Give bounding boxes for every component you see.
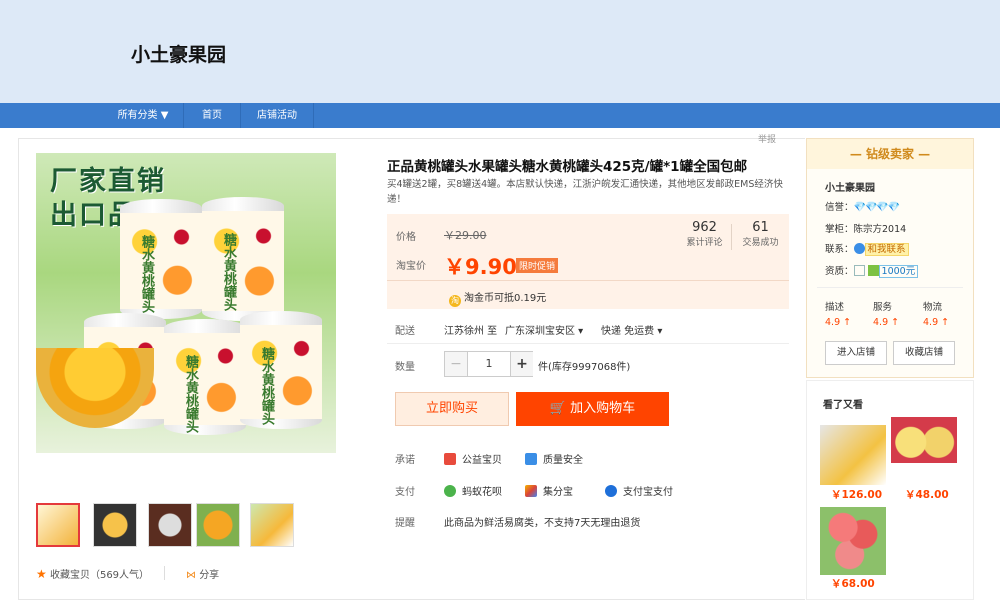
add-to-cart-button[interactable]: 🛒 加入购物车 <box>516 392 669 426</box>
coin-discount: 淘淘金币可抵0.19元 <box>449 293 547 307</box>
sale-price: ￥9.90 <box>444 255 517 279</box>
thumbnail[interactable] <box>148 503 192 547</box>
huabei-icon <box>444 485 456 497</box>
favorite-item[interactable]: ★ 收藏宝贝（569人气） <box>36 566 149 581</box>
seller-keeper: 掌柜：陈宗方2014 <box>825 224 907 235</box>
deal-count: 61 交易成功 <box>742 220 779 248</box>
id-icon <box>853 265 865 276</box>
thumbnail[interactable] <box>93 503 137 547</box>
can-image: 糖水黄桃罐头 <box>202 197 284 321</box>
chat-icon <box>853 243 865 254</box>
shop-name[interactable]: 小土豪果园 <box>131 40 226 67</box>
recommended-item-price[interactable]: ￥68.00 <box>831 576 875 591</box>
jifenbao-item[interactable]: 集分宝 <box>525 483 573 498</box>
increase-button[interactable]: + <box>511 352 533 376</box>
recommended-item-price[interactable]: ￥48.00 <box>905 487 949 502</box>
tb-price-label: 淘宝价 <box>396 261 426 272</box>
recommended-item-price[interactable]: ￥126.00 <box>831 487 882 502</box>
can-image: 糖水黄桃罐头 <box>240 311 322 429</box>
seller-level: — 钻级卖家 — <box>807 139 973 169</box>
product-subtitle: 买4罐送2罐，买8罐送4罐。本店默认快递，江浙沪皖发汇通快递，其他地区发邮政EM… <box>387 179 783 205</box>
price-label: 价格 <box>396 232 416 243</box>
charity-icon <box>444 453 456 465</box>
original-price: ￥29.00 <box>444 229 487 242</box>
shipping-method[interactable]: 快递 免运费 ▾ <box>601 322 662 337</box>
star-icon: ★ <box>36 567 47 581</box>
thumbnail[interactable] <box>250 503 294 547</box>
cart-icon: 🛒 <box>549 401 567 416</box>
enter-shop-button[interactable]: 进入店铺 <box>825 341 887 365</box>
shop-header: 小土豪果园 <box>0 0 1000 103</box>
shipping-from: 江苏徐州 至 <box>444 326 498 337</box>
deposit-badge[interactable]: 1000元 <box>878 265 919 278</box>
deposit-icon <box>867 265 879 276</box>
quality-item[interactable]: 质量安全 <box>525 451 583 466</box>
main-product-image[interactable]: 厂家直销 出口品质 糖水黄桃罐头 糖水黄桃罐头 糖水黄桃罐头 糖水黄桃罐头 <box>36 153 336 453</box>
shield-icon <box>525 453 537 465</box>
quantity-label: 数量 <box>395 362 415 373</box>
stock-text: 件(库存9997068件) <box>538 362 631 373</box>
promo-badge: 限时促销 <box>516 258 559 273</box>
quantity-stepper: − 1 + <box>444 351 533 377</box>
review-count[interactable]: 962 累计评论 <box>677 220 732 248</box>
product-title: 正品黄桃罐头水果罐头糖水黄桃罐头425克/罐*1罐全国包邮 <box>387 159 748 175</box>
share-icon: ⋈ <box>186 570 196 581</box>
seller-credit: 信誉：💎💎💎💎 <box>825 202 901 213</box>
promise-label: 承诺 <box>395 455 415 466</box>
nav-home[interactable]: 首页 <box>184 103 240 128</box>
diamond-icon: 💎💎💎💎 <box>853 202 901 213</box>
also-viewed-panel: 看了又看 ￥126.00 ￥48.00 ￥68.00 <box>806 380 974 600</box>
shop-nav: 所有分类 ▼ 首页 店铺活动 <box>0 103 1000 128</box>
notice-label: 提醒 <box>395 518 415 529</box>
jifenbao-icon <box>525 485 537 497</box>
alipay-item[interactable]: 支付宝支付 <box>605 483 673 498</box>
score-service: 服务 4.9 ↑ <box>873 302 900 328</box>
shipping-destination[interactable]: 广东深圳宝安区 ▾ <box>505 322 583 337</box>
also-viewed-title: 看了又看 <box>823 400 863 411</box>
nav-all-categories[interactable]: 所有分类 ▼ <box>103 103 183 128</box>
pay-label: 支付 <box>395 487 415 498</box>
coin-icon: 淘 <box>449 295 461 307</box>
recommended-item-image[interactable] <box>820 507 886 575</box>
decrease-button[interactable]: − <box>445 352 467 376</box>
recommended-item-image[interactable] <box>891 417 957 463</box>
contact-button[interactable]: 和我联系 <box>864 243 909 256</box>
seller-contact: 联系： 和我联系 <box>825 241 909 256</box>
shipping-label: 配送 <box>395 326 415 337</box>
price-box: 价格 ￥29.00 淘宝价 ￥9.90 限时促销 962 累计评论 61 交易成… <box>387 214 789 309</box>
seller-panel: — 钻级卖家 — 小土豪果园 信誉：💎💎💎💎 掌柜：陈宗方2014 联系： 和我联… <box>806 138 974 378</box>
huabei-item[interactable]: 蚂蚁花呗 <box>444 483 502 498</box>
score-logistics: 物流 4.9 ↑ <box>923 302 950 328</box>
alipay-icon <box>605 485 617 497</box>
report-link[interactable]: 举报 <box>758 132 776 145</box>
quantity-input[interactable]: 1 <box>467 352 511 376</box>
seller-qualification: 资质： 1000元 <box>825 263 919 278</box>
thumbnail[interactable] <box>36 503 80 547</box>
charity-item[interactable]: 公益宝贝 <box>444 451 502 466</box>
nav-shop-activity[interactable]: 店铺活动 <box>241 103 313 128</box>
thumbnail[interactable] <box>196 503 240 547</box>
share-button[interactable]: ⋈ 分享 <box>186 566 219 581</box>
buy-now-button[interactable]: 立即购买 <box>395 392 509 426</box>
score-description: 描述 4.9 ↑ <box>825 302 852 328</box>
recommended-item-image[interactable] <box>820 425 886 485</box>
favorite-shop-button[interactable]: 收藏店铺 <box>893 341 955 365</box>
can-image: 糖水黄桃罐头 <box>164 319 246 435</box>
notice-text: 此商品为鲜活易腐类，不支持7天无理由退货 <box>444 518 641 529</box>
can-image: 糖水黄桃罐头 <box>120 199 202 319</box>
seller-name[interactable]: 小土豪果园 <box>825 179 875 194</box>
